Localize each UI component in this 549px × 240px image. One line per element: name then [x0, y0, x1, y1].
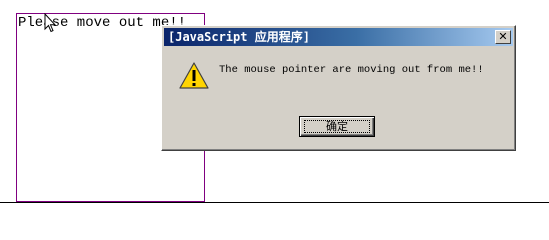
close-icon: ✕: [498, 30, 508, 43]
dialog-message: The mouse pointer are moving out from me…: [219, 64, 484, 76]
dialog-titlebar[interactable]: [JavaScript 应用程序] ✕: [164, 28, 513, 46]
ok-button[interactable]: 确定: [299, 116, 375, 137]
alert-dialog: [JavaScript 应用程序] ✕ The mouse pointer ar…: [161, 25, 516, 151]
horizontal-rule: [0, 202, 549, 203]
ok-button-label: 确定: [326, 120, 348, 133]
dialog-title: [JavaScript 应用程序]: [168, 30, 310, 44]
warning-icon: [179, 62, 209, 89]
mouse-pointer-icon: [44, 13, 56, 33]
close-button[interactable]: ✕: [495, 30, 511, 44]
